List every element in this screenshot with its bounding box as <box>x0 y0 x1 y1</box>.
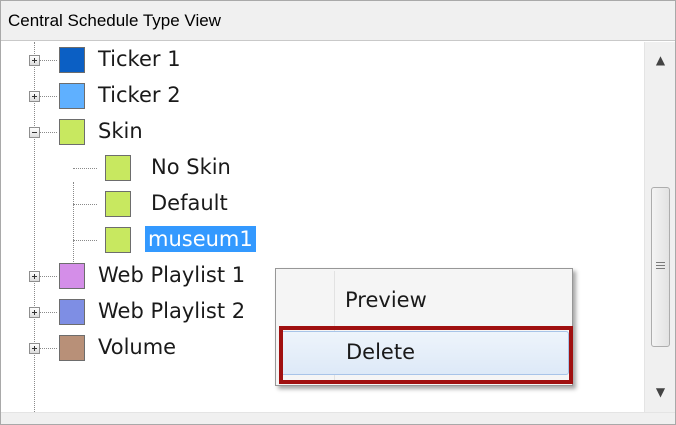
color-swatch <box>59 47 85 73</box>
tree-item-museum1[interactable]: museum1 <box>1 222 641 258</box>
vertical-scrollbar[interactable]: ▲ ▼ <box>644 42 675 412</box>
tree-item-label: Web Playlist 1 <box>98 263 246 287</box>
color-swatch <box>105 191 131 217</box>
collapse-minus-icon[interactable] <box>29 127 40 138</box>
color-swatch <box>59 299 85 325</box>
menu-item-preview[interactable]: Preview <box>279 280 569 324</box>
color-swatch <box>105 155 131 181</box>
tree-item-label: Ticker 2 <box>98 83 181 107</box>
expand-plus-icon[interactable] <box>29 271 40 282</box>
chevron-up-icon[interactable]: ▲ <box>645 45 675 75</box>
tree-item-label: Volume <box>98 335 177 359</box>
expand-plus-icon[interactable] <box>29 91 40 102</box>
expand-plus-icon[interactable] <box>29 343 40 354</box>
tree-item-label: Web Playlist 2 <box>98 299 246 323</box>
tree-item-no-skin[interactable]: No Skin <box>1 150 641 186</box>
expand-plus-icon[interactable] <box>29 307 40 318</box>
panel-title: Central Schedule Type View <box>8 11 221 30</box>
tree-item-label: Ticker 1 <box>98 47 181 71</box>
tree-item-ticker-2[interactable]: Ticker 2 <box>1 78 641 114</box>
tree-item-default[interactable]: Default <box>1 186 641 222</box>
tree-item-label: Skin <box>98 119 143 143</box>
tree-item-skin[interactable]: Skin <box>1 114 641 150</box>
tree-item-label: No Skin <box>151 155 231 179</box>
tree-item-label: Default <box>151 191 228 215</box>
color-swatch <box>59 83 85 109</box>
menu-item-label: Preview <box>345 288 427 312</box>
tree-item-label-selected: museum1 <box>145 226 256 252</box>
color-swatch <box>105 227 131 253</box>
color-swatch <box>59 335 85 361</box>
horizontal-scrollbar[interactable] <box>1 412 675 424</box>
panel-header: Central Schedule Type View <box>1 1 675 41</box>
color-swatch <box>59 263 85 289</box>
chevron-down-icon[interactable]: ▼ <box>645 377 675 407</box>
scrollbar-thumb[interactable] <box>651 187 670 347</box>
color-swatch <box>59 119 85 145</box>
delete-highlight-box <box>279 326 573 384</box>
expand-plus-icon[interactable] <box>29 55 40 66</box>
tree-item-ticker-1[interactable]: Ticker 1 <box>1 42 641 78</box>
